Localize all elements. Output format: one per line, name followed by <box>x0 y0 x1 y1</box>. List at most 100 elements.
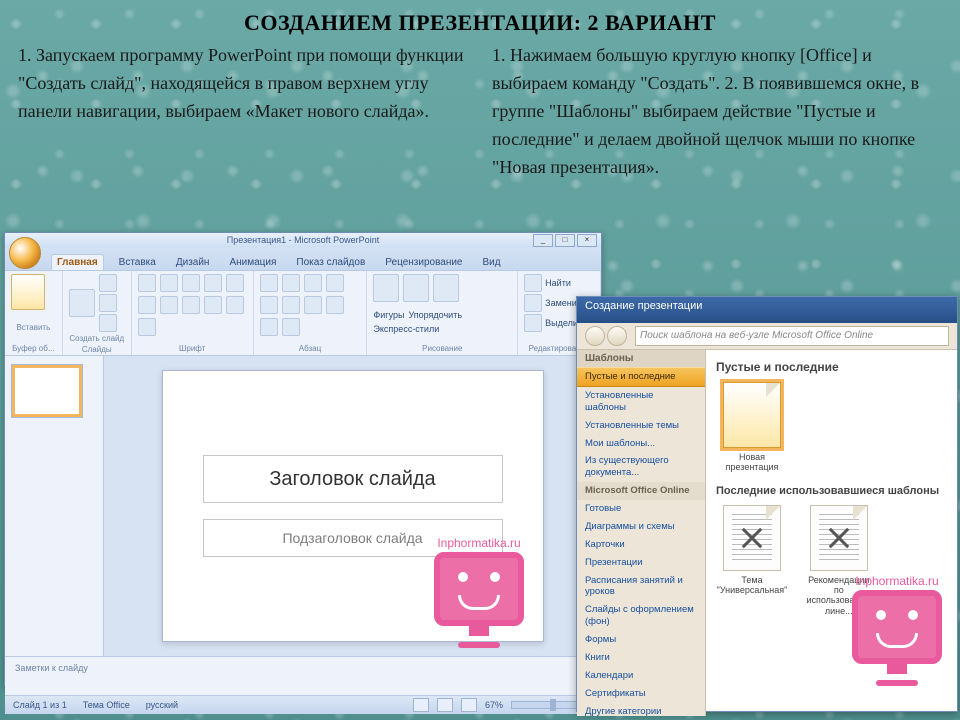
view-sorter-icon[interactable] <box>437 698 453 712</box>
arrange-icon[interactable] <box>403 274 429 302</box>
logo2-text: Inphormatika.ru <box>842 574 952 588</box>
indent-dec-icon[interactable] <box>304 274 322 292</box>
new-slide-icon[interactable] <box>69 289 95 317</box>
np-search-input[interactable]: Поиск шаблона на веб-узле Microsoft Offi… <box>635 326 949 346</box>
numbering-icon[interactable] <box>282 274 300 292</box>
font-color-icon[interactable] <box>138 318 156 336</box>
np-item-books[interactable]: Книги <box>577 649 705 667</box>
pp-close-button[interactable]: × <box>577 234 597 247</box>
right-instructions: 1. Нажимаем большую круглую кнопку [Offi… <box>492 42 942 181</box>
left-instructions: 1. Запускаем программу PowerPoint при по… <box>18 42 468 181</box>
tile-universal-theme[interactable]: Тема "Универсальная" <box>716 505 788 596</box>
tab-slideshow[interactable]: Показ слайдов <box>291 255 370 270</box>
case-icon[interactable] <box>160 296 178 314</box>
slide-thumb-1[interactable] <box>11 364 83 418</box>
logo1-text: Inphormatika.ru <box>424 536 534 550</box>
tile-universal-caption: Тема "Универсальная" <box>716 575 788 596</box>
page-title: СОЗДАНИЕМ ПРЕЗЕНТАЦИИ: 2 ВАРИАНТ <box>0 0 960 42</box>
fontsize-down-icon[interactable] <box>204 296 222 314</box>
instruction-columns: 1. Запускаем программу PowerPoint при по… <box>0 42 960 181</box>
np-forward-button[interactable] <box>607 326 627 346</box>
np-item-my-templates[interactable]: Мои шаблоны... <box>577 435 705 453</box>
np-item-installed-themes[interactable]: Установленные темы <box>577 417 705 435</box>
zoom-value: 67% <box>485 700 503 710</box>
shadow-icon[interactable] <box>226 274 244 292</box>
np-item-blank[interactable]: Пустые и последние <box>577 367 705 387</box>
pp-max-button[interactable]: □ <box>555 234 575 247</box>
delete-icon[interactable] <box>99 314 117 332</box>
np-item-calendars[interactable]: Календари <box>577 667 705 685</box>
align-left-icon[interactable] <box>282 296 300 314</box>
slide-thumbnails <box>5 356 104 656</box>
fontsize-up-icon[interactable] <box>182 296 200 314</box>
np-side-header-templates: Шаблоны <box>577 350 705 367</box>
columns-icon[interactable] <box>282 318 300 336</box>
layout-icon[interactable] <box>99 274 117 292</box>
tile-new-caption: Новая презентация <box>716 452 788 473</box>
ribbon-tabs: Главная Вставка Дизайн Анимация Показ сл… <box>5 247 601 270</box>
pp-min-button[interactable]: _ <box>533 234 553 247</box>
status-slide: Слайд 1 из 1 <box>13 700 67 710</box>
np-item-ready[interactable]: Готовые <box>577 500 705 518</box>
view-show-icon[interactable] <box>461 698 477 712</box>
justify-icon[interactable] <box>260 318 278 336</box>
tab-review[interactable]: Рецензирование <box>380 255 467 270</box>
underline-icon[interactable] <box>182 274 200 292</box>
status-theme: Тема Office <box>83 700 130 710</box>
np-toolbar: Поиск шаблона на веб-узле Microsoft Offi… <box>577 323 957 350</box>
shapes-label: Фигуры <box>373 310 404 320</box>
replace-icon[interactable] <box>524 294 542 312</box>
italic-icon[interactable] <box>160 274 178 292</box>
tab-insert[interactable]: Вставка <box>114 255 161 270</box>
notes-pane[interactable]: Заметки к слайду <box>5 656 601 695</box>
np-item-office-online[interactable]: Microsoft Office Online <box>577 482 705 500</box>
tab-view[interactable]: Вид <box>478 255 506 270</box>
title-placeholder[interactable]: Заголовок слайда <box>203 455 503 503</box>
np-item-forms[interactable]: Формы <box>577 631 705 649</box>
np-section-blank: Пустые и последние <box>716 360 947 374</box>
view-normal-icon[interactable] <box>413 698 429 712</box>
strike-icon[interactable] <box>204 274 222 292</box>
align-center-icon[interactable] <box>304 296 322 314</box>
np-item-installed-templates[interactable]: Установленные шаблоны <box>577 387 705 417</box>
np-item-schedules[interactable]: Расписания занятий и уроков <box>577 572 705 602</box>
line-spacing-icon[interactable] <box>260 296 278 314</box>
drawing-group-label: Рисование <box>373 344 511 353</box>
np-item-designed-slides[interactable]: Слайды с оформлением (фон) <box>577 601 705 631</box>
tab-home[interactable]: Главная <box>51 254 104 270</box>
find-label[interactable]: Найти <box>545 278 571 288</box>
np-section-recent: Последние использовавшиеся шаблоны <box>716 485 947 497</box>
find-icon[interactable] <box>524 274 542 292</box>
shapes-icon[interactable] <box>373 274 399 302</box>
np-item-certificates[interactable]: Сертификаты <box>577 685 705 703</box>
clipboard-group-label: Буфер об... <box>11 344 56 353</box>
status-lang: русский <box>146 700 178 710</box>
spacing-icon[interactable] <box>138 296 156 314</box>
clear-format-icon[interactable] <box>226 296 244 314</box>
reset-icon[interactable] <box>99 294 117 312</box>
express-label: Экспресс-стили <box>373 324 439 334</box>
tab-design[interactable]: Дизайн <box>171 255 215 270</box>
inphormatika-logo-2: Inphormatika.ru <box>842 574 952 686</box>
tab-anim[interactable]: Анимация <box>224 255 281 270</box>
np-item-presentations[interactable]: Презентации <box>577 554 705 572</box>
indent-inc-icon[interactable] <box>326 274 344 292</box>
ribbon: Вставить Буфер об... Создать слайд Слайд… <box>5 270 601 356</box>
np-item-cards[interactable]: Карточки <box>577 536 705 554</box>
np-back-button[interactable] <box>585 326 605 346</box>
tile-new-presentation[interactable]: Новая презентация <box>716 382 788 473</box>
inphormatika-logo-1: Inphormatika.ru <box>424 536 534 648</box>
quick-styles-icon[interactable] <box>433 274 459 302</box>
bold-icon[interactable] <box>138 274 156 292</box>
np-item-other-categories[interactable]: Другие категории <box>577 703 705 717</box>
office-button[interactable] <box>9 237 41 269</box>
np-item-from-existing[interactable]: Из существующего документа... <box>577 452 705 482</box>
pp-title-text: Презентация1 - Microsoft PowerPoint <box>227 235 379 245</box>
paste-icon[interactable] <box>11 274 45 310</box>
np-item-diagrams[interactable]: Диаграммы и схемы <box>577 518 705 536</box>
np-sidebar: Шаблоны Пустые и последние Установленные… <box>577 350 706 716</box>
np-titlebar: Создание презентации <box>577 297 957 323</box>
bullets-icon[interactable] <box>260 274 278 292</box>
select-icon[interactable] <box>524 314 542 332</box>
align-right-icon[interactable] <box>326 296 344 314</box>
